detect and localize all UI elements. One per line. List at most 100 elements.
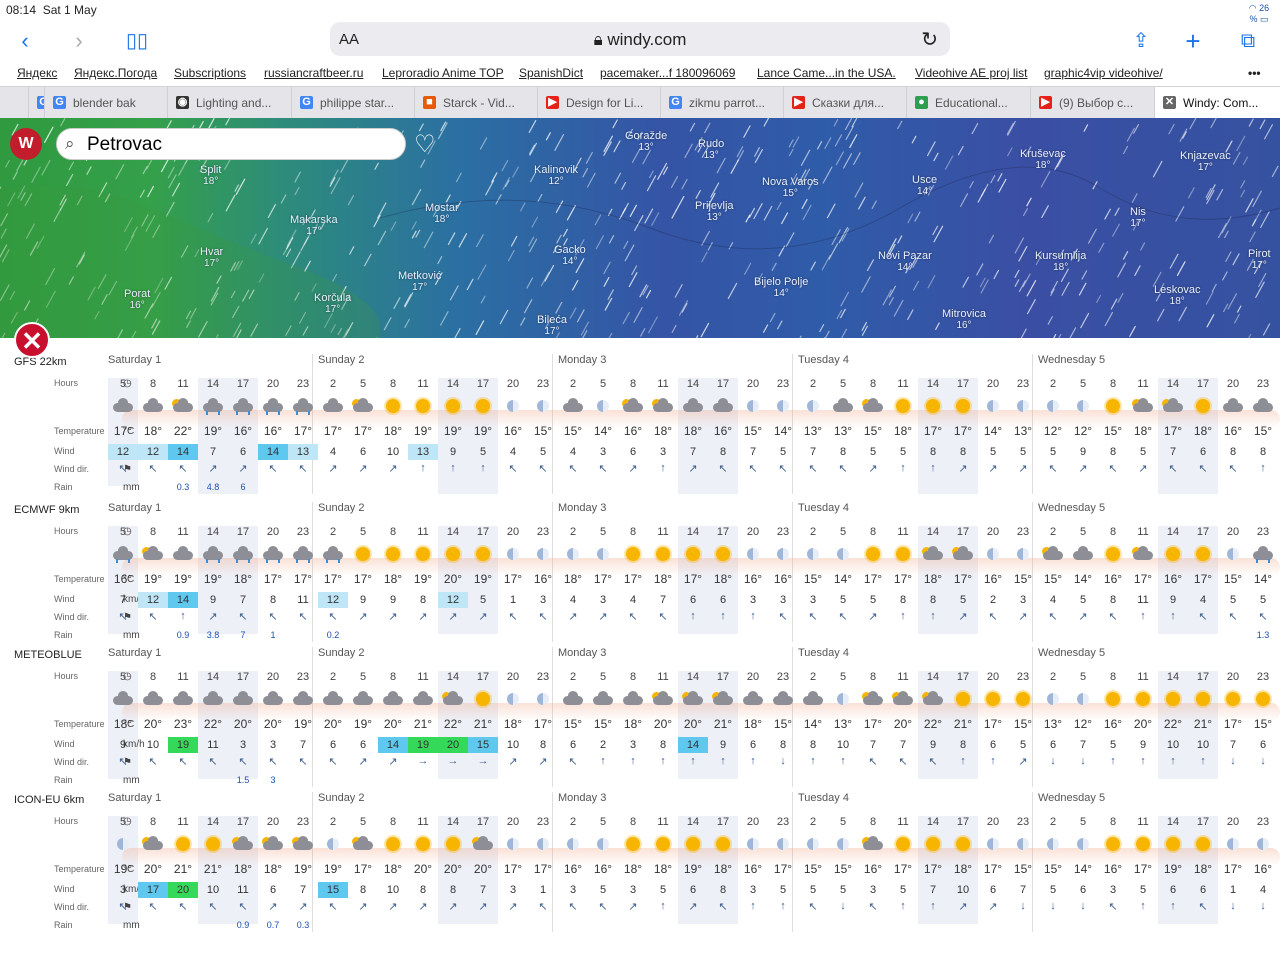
weather-icon — [708, 836, 738, 852]
bookmark-link[interactable]: Яндекс — [17, 66, 57, 80]
temperature-cell: 16° — [263, 424, 283, 438]
address-bar[interactable]: AA 🔒︎ windy.com ↻ — [330, 22, 950, 56]
hour-cell: 23 — [776, 816, 790, 828]
temperature-cell: 17° — [113, 424, 133, 438]
tab-item[interactable]: ✕ Windy: Com... — [1154, 87, 1280, 119]
wind-cell: 9 — [449, 446, 457, 458]
cloud-icon — [653, 398, 673, 412]
weather-icon — [798, 398, 828, 414]
city-label: Goražde 13° — [625, 130, 667, 154]
day-label: Monday 3 — [558, 647, 607, 659]
weather-icon — [1158, 836, 1188, 852]
bookmark-link[interactable]: pacemaker...f 180096069 — [600, 66, 735, 80]
rain-cell: 0.9 — [236, 920, 250, 930]
wind-cell: 8 — [659, 739, 667, 751]
wind-cell: 7 — [809, 446, 817, 458]
hour-cell: 11 — [177, 671, 189, 683]
wind-direction-arrow-icon: ↖ — [628, 611, 638, 623]
tab-item[interactable]: Gphilippe star... — [291, 87, 414, 119]
model-name[interactable]: ICON-EU 6km — [14, 794, 84, 806]
cloud-icon — [293, 691, 313, 705]
close-forecast-button[interactable]: ✕ — [14, 322, 50, 358]
wind-direction-arrow-icon: → — [447, 755, 459, 767]
hour-cell: 5 — [839, 526, 847, 538]
temperature-cell: 15° — [1253, 424, 1273, 438]
bookmark-link[interactable]: Leproradio Anime TOP — [382, 66, 504, 80]
hour-cell: 2 — [329, 671, 337, 683]
temperature-cell: 18° — [233, 862, 253, 876]
city-label: Bijelo Polje 14° — [754, 276, 808, 300]
forward-icon[interactable]: › — [66, 26, 92, 56]
hour-cell: 5 — [359, 378, 367, 390]
tab-item[interactable]: ▶ Design for Li... — [537, 87, 660, 119]
wind-direction-arrow-icon: ↗ — [418, 611, 428, 623]
weather-icon — [498, 398, 528, 414]
cloud-icon — [863, 836, 883, 850]
weather-icon — [798, 691, 828, 707]
hour-cell: 23 — [1016, 671, 1030, 683]
bookmark-link[interactable]: SpanishDict — [519, 66, 583, 80]
city-name: Novi Pazar — [878, 250, 932, 262]
rain-cell: 4.8 — [206, 482, 220, 492]
model-name[interactable]: METEOBLUE — [14, 649, 82, 661]
wind-direction-arrow-icon: ↖ — [868, 756, 878, 768]
wind-cell: 4 — [629, 594, 637, 606]
rain-cell: 7 — [240, 630, 246, 640]
favorite-heart-icon[interactable]: ♡ — [414, 130, 436, 159]
moon-icon — [747, 400, 759, 412]
bookmark-link[interactable]: Subscriptions — [174, 66, 246, 80]
cloud-icon — [113, 398, 133, 412]
day-label: Wednesday 5 — [1038, 647, 1106, 659]
temperature-cell: 19° — [203, 572, 223, 586]
weather-icon — [558, 546, 588, 562]
wind-direction-arrow-icon: ↖ — [808, 611, 818, 623]
reload-icon[interactable]: ↻ — [921, 27, 938, 52]
bookmark-link[interactable]: Lance Came...in the USA. — [757, 66, 896, 80]
tab-item[interactable]: Gzikmu parrot... — [660, 87, 783, 119]
tab-item[interactable]: ◉ Lighting and... — [167, 87, 291, 119]
bookmark-link[interactable]: Videohive AE proj list — [915, 66, 1028, 80]
wind-cell: 5 — [539, 446, 547, 458]
share-icon[interactable]: ⇪ — [1128, 26, 1154, 56]
hour-cell: 20 — [1226, 816, 1240, 828]
wind-cell: 5 — [959, 594, 967, 606]
more-icon[interactable]: ••• — [1248, 66, 1261, 80]
weather-icon — [408, 546, 438, 562]
windy-logo[interactable]: W — [10, 128, 42, 160]
new-tab-plus-icon[interactable]: + — [1180, 26, 1206, 56]
bookmark-link[interactable]: russiancraftbeer.ru — [264, 66, 363, 80]
bookmark-link[interactable]: Яндекс.Погода — [74, 66, 157, 80]
model-name[interactable]: GFS 22km — [14, 356, 67, 368]
wind-cell: 8 — [929, 594, 937, 606]
wind-direction-arrow-icon: ↑ — [630, 755, 636, 767]
bookmark-link[interactable]: graphic4vip videohive/ — [1044, 66, 1163, 80]
location-search[interactable]: ⌕ — [56, 128, 406, 160]
tab-item[interactable]: ● Educational... — [906, 87, 1030, 119]
wind-direction-arrow-icon: ↑ — [1200, 755, 1206, 767]
tab-item[interactable]: ▶ Сказки для... — [783, 87, 906, 119]
temperature-cell: 17° — [953, 424, 973, 438]
wind-direction-arrow-icon: ↗ — [958, 463, 968, 475]
weather-icon — [468, 398, 498, 414]
weather-icon — [288, 836, 318, 852]
weather-icon — [318, 836, 348, 852]
model-name[interactable]: ECMWF 9km — [14, 504, 79, 516]
tabs-overview-icon[interactable]: ⧉ — [1234, 26, 1262, 56]
tab-item[interactable]: G — [28, 87, 44, 119]
bookmarks-book-icon[interactable]: ▯▯ — [122, 26, 152, 56]
tab-item[interactable]: ■ Starck - Vid... — [414, 87, 537, 119]
hour-cell: 20 — [1226, 526, 1240, 538]
tab-item[interactable]: Gblender bak — [44, 87, 167, 119]
hour-cell: 23 — [536, 378, 550, 390]
weather-icon — [498, 836, 528, 852]
sun-icon — [416, 837, 430, 851]
wind-cell: 8 — [719, 446, 727, 458]
back-icon[interactable]: ‹ — [12, 26, 38, 56]
search-input[interactable] — [87, 133, 387, 157]
day-label: Saturday 1 — [108, 647, 162, 659]
moon-icon — [837, 838, 849, 850]
tab-item[interactable]: ▶ (9) Выбор с... — [1030, 87, 1154, 119]
wind-direction-arrow-icon: ↖ — [598, 463, 608, 475]
temperature-cell: 16° — [533, 572, 553, 586]
weather-icon — [948, 836, 978, 852]
